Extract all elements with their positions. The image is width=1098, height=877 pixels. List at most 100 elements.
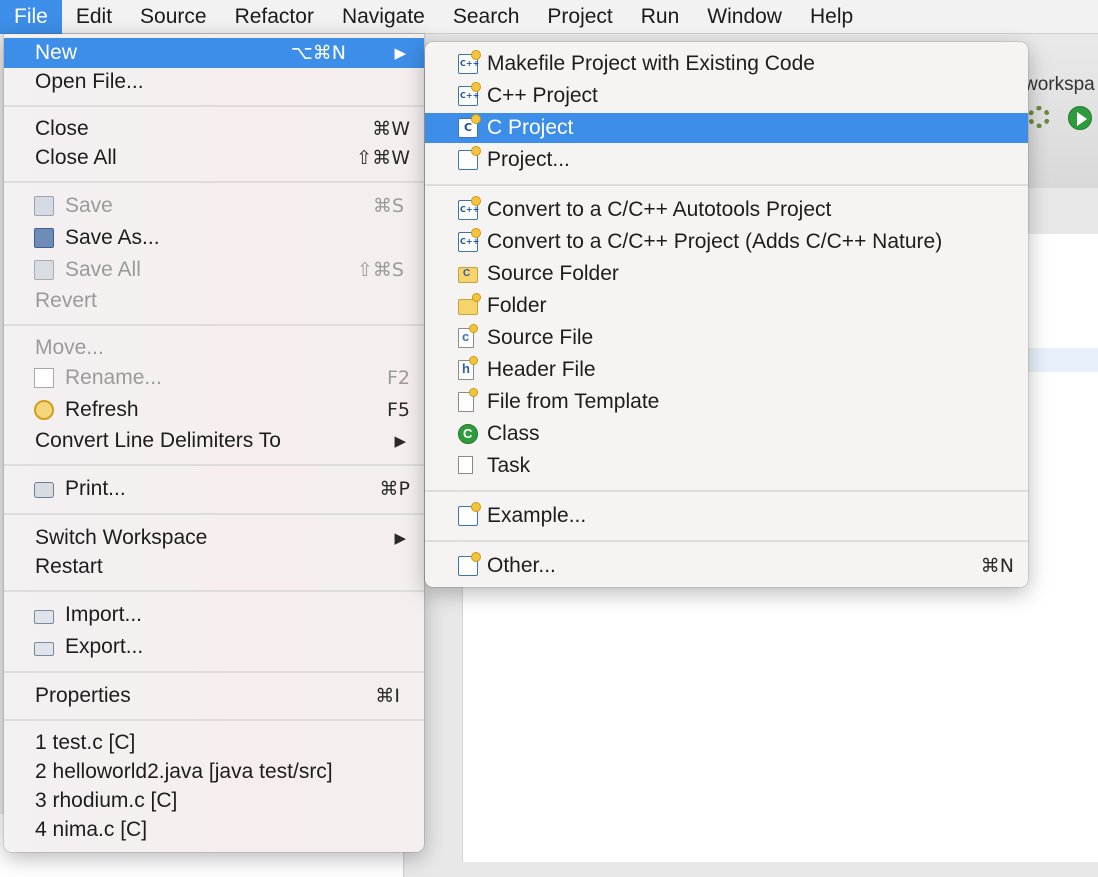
recent-file-label: 1 test.c [C]	[35, 731, 136, 754]
debug-config-icon[interactable]	[1028, 106, 1050, 128]
recent-file-label: 2 helloworld2.java [java test/src]	[35, 760, 333, 783]
menu-item-refresh[interactable]: Refresh F5	[4, 395, 424, 425]
menu-search[interactable]: Search	[439, 0, 534, 34]
menu-item-c-project[interactable]: C Project	[425, 113, 1028, 143]
menu-item-source-folder[interactable]: Source Folder	[425, 259, 1028, 289]
save-as-icon	[34, 228, 54, 248]
menu-help[interactable]: Help	[796, 0, 867, 34]
menu-item-class[interactable]: Class	[425, 419, 1028, 449]
menu-item-close[interactable]: Close ⌘W	[4, 114, 424, 144]
menu-item-label: Export...	[65, 635, 144, 658]
menu-separator	[4, 181, 424, 183]
menu-item-label: Save As...	[65, 226, 160, 249]
menu-item-close-all[interactable]: Close All ⇧⌘W	[4, 143, 424, 173]
print-icon	[34, 482, 54, 498]
menu-run[interactable]: Run	[627, 0, 694, 34]
menu-item-properties[interactable]: Properties ⌘I	[4, 681, 424, 711]
menu-item-save-all[interactable]: Save All ⇧⌘S	[4, 255, 424, 285]
menu-item-shortcut: ⌘N	[980, 555, 1014, 577]
project-icon	[458, 146, 481, 170]
menu-item-label: Convert Line Delimiters To	[35, 429, 281, 452]
menu-window[interactable]: Window	[693, 0, 796, 34]
menu-item-shortcut: ⇧⌘S	[357, 259, 404, 281]
recent-file-item[interactable]: 1 test.c [C]	[4, 728, 424, 758]
menu-edit[interactable]: Edit	[62, 0, 126, 34]
menu-item-label: Task	[487, 454, 531, 477]
menu-item-makefile-project[interactable]: Makefile Project with Existing Code	[425, 49, 1028, 79]
menu-item-label: Convert to a C/C++ Autotools Project	[487, 198, 832, 221]
menu-separator	[4, 324, 424, 326]
menu-file[interactable]: File	[0, 0, 62, 34]
menu-separator	[4, 590, 424, 592]
menu-item-label: Move...	[35, 336, 104, 359]
file-menu: New ⌥⌘N ▶ Open File... Close ⌘W Close Al…	[4, 34, 424, 852]
menu-item-print[interactable]: Print... ⌘P	[4, 474, 424, 504]
menu-item-revert[interactable]: Revert	[4, 286, 424, 316]
save-all-icon	[34, 260, 54, 280]
menu-item-shortcut: ⌘P	[379, 478, 410, 500]
submenu-arrow-icon: ▶	[394, 530, 406, 547]
menu-item-restart[interactable]: Restart	[4, 552, 424, 582]
menu-item-cpp-project[interactable]: C++ Project	[425, 81, 1028, 111]
menu-item-project[interactable]: Project...	[425, 145, 1028, 175]
menu-item-file-from-template[interactable]: File from Template	[425, 387, 1028, 417]
menu-item-label: Other...	[487, 554, 556, 577]
submenu-arrow-icon: ▶	[394, 433, 406, 450]
menu-item-convert-autotools[interactable]: Convert to a C/C++ Autotools Project	[425, 195, 1028, 225]
run-icon[interactable]	[1068, 106, 1092, 130]
import-icon	[34, 610, 54, 624]
menu-item-switch-workspace[interactable]: Switch Workspace ▶	[4, 523, 424, 553]
rename-icon	[34, 368, 54, 388]
menu-item-example[interactable]: Example...	[425, 501, 1028, 531]
task-icon	[458, 456, 473, 474]
menu-item-export[interactable]: Export...	[4, 632, 424, 662]
workspace-label: workspa	[1024, 74, 1095, 95]
menu-item-open-file[interactable]: Open File...	[4, 67, 424, 97]
menu-item-move[interactable]: Move...	[4, 333, 424, 363]
menu-item-label: Source Folder	[487, 262, 619, 285]
menu-item-folder[interactable]: Folder	[425, 291, 1028, 321]
menu-item-label: Open File...	[35, 70, 144, 93]
menu-item-label: Restart	[35, 555, 103, 578]
source-folder-icon	[458, 267, 478, 283]
menu-item-shortcut: ⌘I	[375, 685, 400, 707]
menu-item-convert-line-delimiters[interactable]: Convert Line Delimiters To ▶	[4, 426, 424, 456]
menu-item-rename[interactable]: Rename... F2	[4, 363, 424, 393]
menu-item-import[interactable]: Import...	[4, 600, 424, 630]
menu-item-label: Source File	[487, 326, 594, 349]
menu-item-label: Save All	[65, 258, 141, 281]
save-icon	[34, 196, 54, 216]
menu-item-convert-nature[interactable]: Convert to a C/C++ Project (Adds C/C++ N…	[425, 227, 1028, 257]
menu-item-new[interactable]: New ⌥⌘N ▶	[4, 38, 424, 68]
menu-source[interactable]: Source	[126, 0, 221, 34]
menu-refactor[interactable]: Refactor	[221, 0, 328, 34]
menu-item-shortcut: ⇧⌘W	[356, 147, 410, 169]
menu-item-label: Header File	[487, 358, 596, 381]
menu-separator	[4, 105, 424, 107]
recent-file-item[interactable]: 2 helloworld2.java [java test/src]	[4, 757, 424, 787]
menu-item-task[interactable]: Task	[425, 451, 1028, 481]
menu-separator	[4, 513, 424, 515]
cpp-project-icon	[458, 82, 481, 106]
menu-item-other[interactable]: Other... ⌘N	[425, 551, 1028, 581]
menu-item-source-file[interactable]: Source File	[425, 323, 1028, 353]
menu-navigate[interactable]: Navigate	[328, 0, 439, 34]
recent-file-item[interactable]: 3 rhodium.c [C]	[4, 786, 424, 816]
menu-item-save-as[interactable]: Save As...	[4, 223, 424, 253]
menu-separator	[425, 184, 1028, 186]
menu-item-label: Close All	[35, 146, 117, 169]
menu-item-label: File from Template	[487, 390, 660, 413]
menu-item-shortcut: ⌥⌘N	[290, 42, 346, 64]
menu-item-label: Properties	[35, 684, 131, 707]
submenu-arrow-icon: ▶	[394, 45, 406, 62]
menu-project[interactable]: Project	[533, 0, 626, 34]
menu-item-save[interactable]: Save ⌘S	[4, 191, 424, 221]
menu-item-label: Class	[487, 422, 540, 445]
menu-item-header-file[interactable]: Header File	[425, 355, 1028, 385]
menu-item-label: Makefile Project with Existing Code	[487, 52, 815, 75]
recent-file-item[interactable]: 4 nima.c [C]	[4, 815, 424, 845]
menu-item-label: C Project	[487, 116, 574, 139]
menu-item-label: Convert to a C/C++ Project (Adds C/C++ N…	[487, 230, 943, 253]
menu-separator	[425, 490, 1028, 492]
source-file-icon	[458, 324, 478, 348]
